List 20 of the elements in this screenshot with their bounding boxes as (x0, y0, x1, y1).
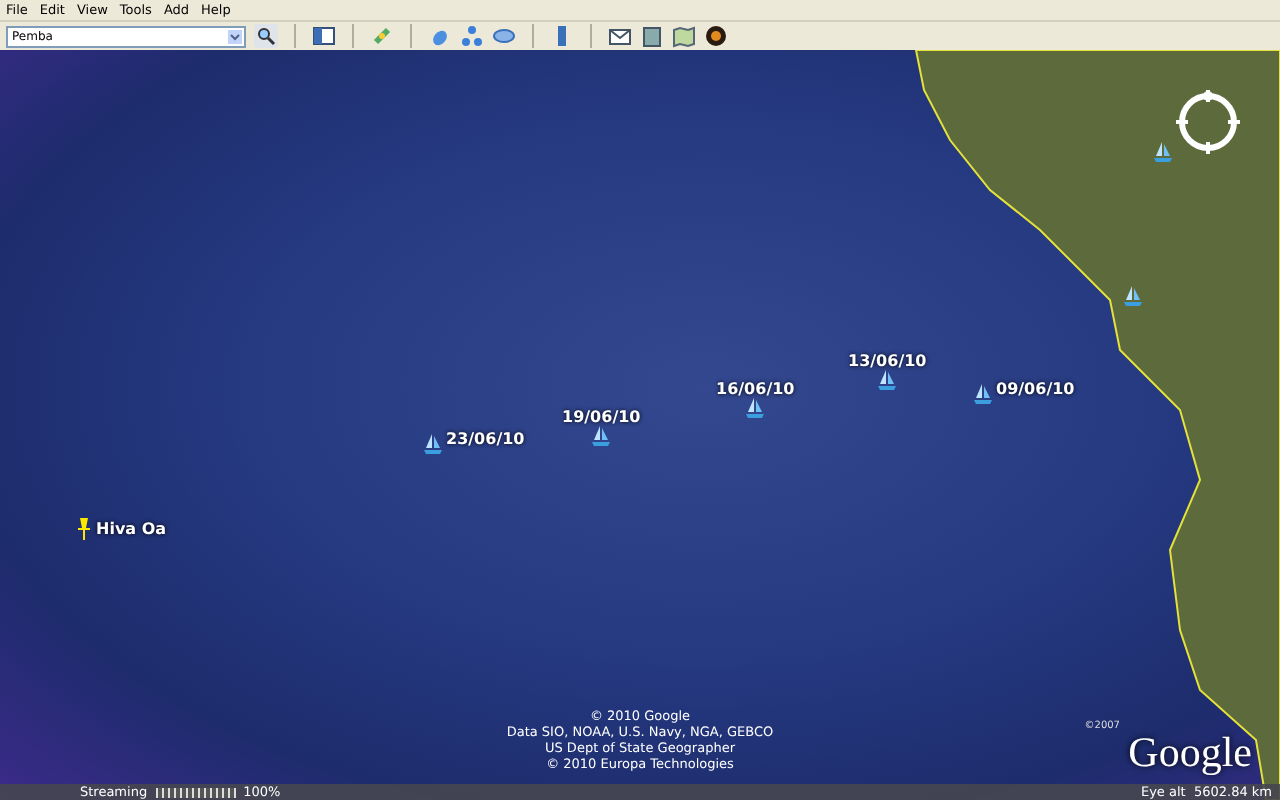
placemark-label[interactable]: 13/06/10 (848, 352, 927, 370)
compass-icon[interactable] (1174, 88, 1242, 156)
planet-icon[interactable] (704, 24, 728, 48)
placemark-label[interactable]: 19/06/10 (562, 408, 641, 426)
placemark-label[interactable]: 09/06/10 (996, 380, 1075, 398)
logo-text: Google (1128, 730, 1252, 774)
sailboat-icon[interactable] (1124, 286, 1142, 306)
sailboat-icon[interactable] (424, 434, 442, 454)
sailboat-icon[interactable] (974, 384, 992, 404)
sailboat-icon[interactable] (746, 398, 765, 418)
email-icon[interactable] (608, 24, 632, 48)
sailboat-icon[interactable] (1154, 142, 1172, 162)
sailboat-icon[interactable] (592, 426, 611, 446)
placemark-label[interactable]: 23/06/10 (446, 430, 525, 448)
sidebar-icon[interactable] (312, 24, 336, 48)
sailboat-icon[interactable] (878, 370, 897, 390)
map-icon[interactable] (672, 24, 696, 48)
search-icon[interactable] (254, 24, 278, 48)
placemark-label[interactable]: 16/06/10 (716, 380, 795, 398)
placemark-label[interactable]: Hiva Oa (96, 520, 167, 538)
